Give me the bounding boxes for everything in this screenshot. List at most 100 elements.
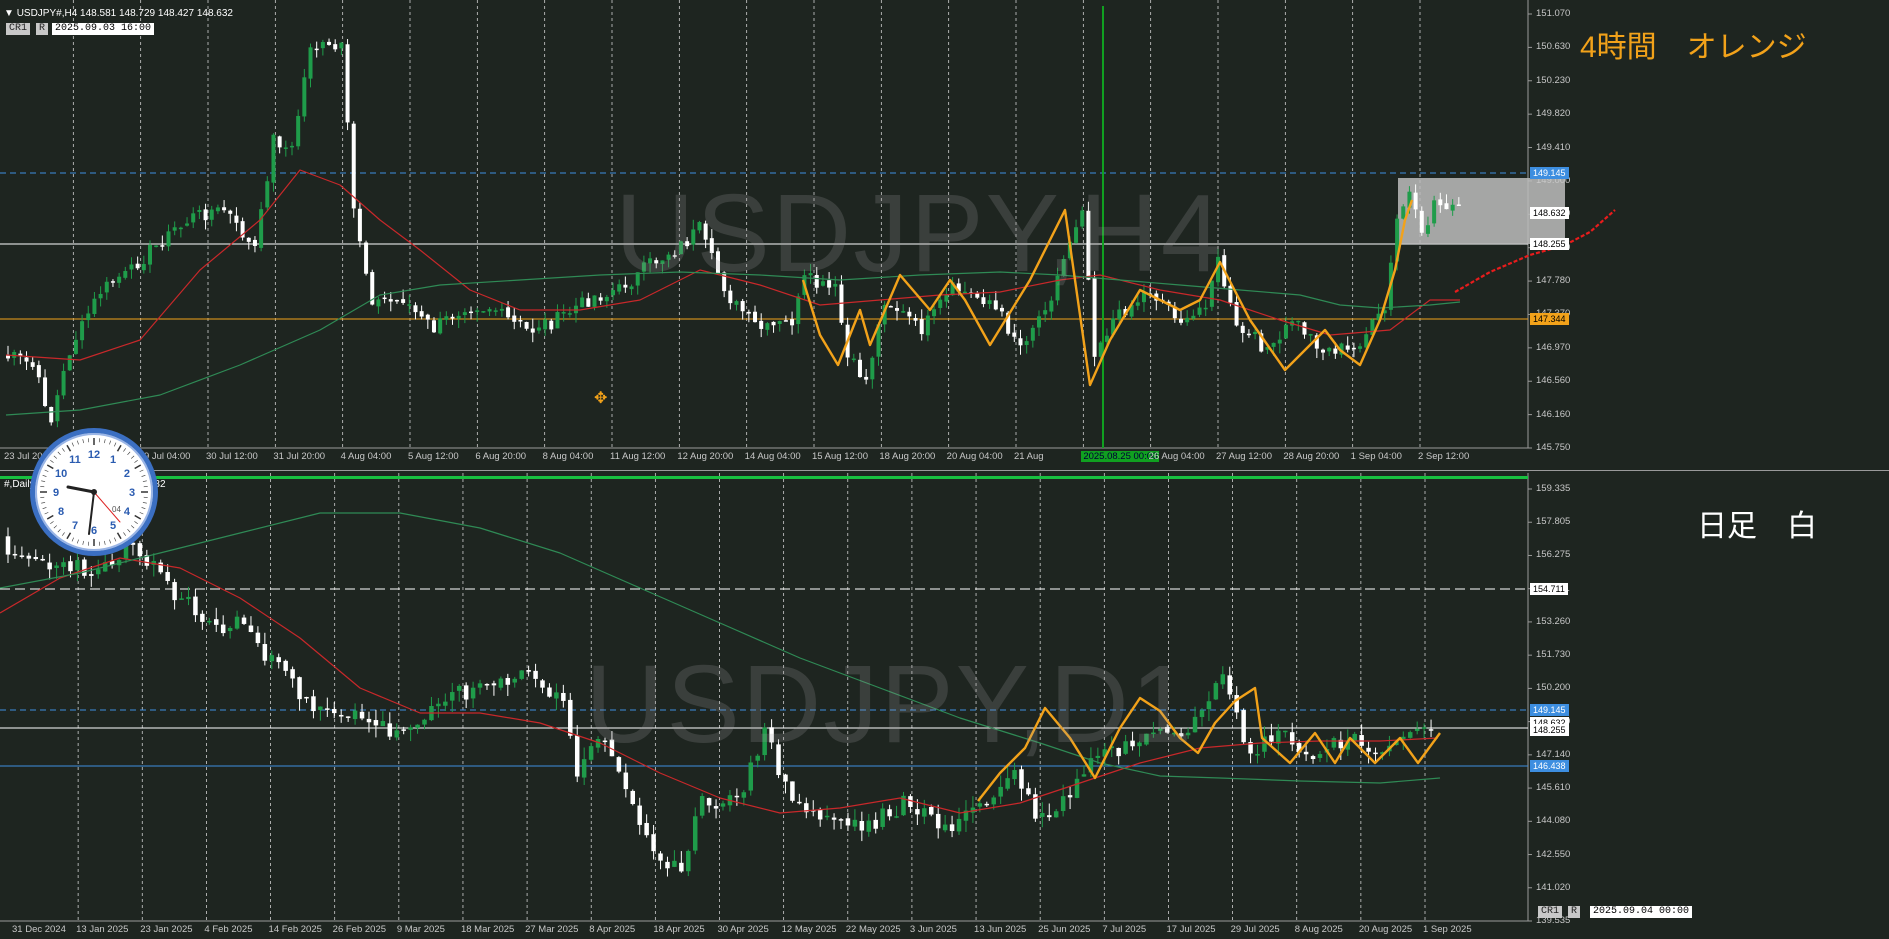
candle-body — [1345, 345, 1350, 350]
clock-face: 12 12 3 45 6 78 9 1011 04 — [40, 438, 148, 546]
candle-body — [269, 655, 275, 662]
candle-body — [68, 561, 73, 572]
time-tick-label: 27 Aug 12:00 — [1216, 451, 1272, 462]
candle-body — [104, 281, 109, 293]
candle-body — [277, 136, 282, 148]
candle-body — [870, 357, 875, 380]
price-level-tag: 146.438 — [1530, 760, 1569, 772]
candle-body — [1444, 203, 1449, 210]
candle-body — [604, 296, 609, 302]
candle-body — [413, 305, 418, 313]
candle-body — [444, 316, 449, 320]
candle-body — [977, 803, 983, 807]
candle-body — [644, 822, 649, 836]
candle-body — [512, 315, 517, 322]
d1-chart-pane[interactable]: #,Daily 148.632 USDJPY,D1 日足 白 CR1 R 202… — [0, 473, 1889, 939]
candle-body — [129, 264, 134, 270]
candle-body — [1213, 683, 1219, 700]
candle-body — [1351, 347, 1356, 350]
candle-body — [1269, 735, 1274, 742]
time-tick-label: 20 Aug 04:00 — [946, 451, 1003, 462]
candle-body — [364, 242, 369, 274]
candle-body — [5, 536, 11, 555]
candle-body — [154, 245, 159, 248]
candle-body — [271, 134, 276, 183]
candle-body — [568, 699, 573, 736]
clock-tick — [53, 525, 58, 529]
candle-body — [289, 145, 294, 148]
candle-body — [493, 310, 498, 312]
time-tick-label: 18 Apr 2025 — [653, 924, 705, 935]
candle-body — [380, 721, 386, 727]
candle-body — [1283, 324, 1288, 339]
h4-r-button[interactable]: R — [36, 23, 49, 35]
price-tick-label: 151.070 — [1536, 8, 1571, 19]
candle-body — [352, 710, 358, 720]
time-tick-label: 26 Feb 2025 — [332, 924, 387, 935]
candle-body — [1203, 307, 1208, 310]
candle-body — [838, 819, 844, 821]
candle-body — [40, 558, 45, 561]
candle-body — [533, 670, 538, 679]
candle-body — [415, 724, 420, 728]
time-tick-label: 13 Jan 2025 — [76, 924, 129, 935]
candle-body — [1067, 795, 1073, 798]
candle-body — [623, 772, 629, 790]
candle-body — [1040, 812, 1045, 817]
candle-body — [185, 223, 190, 226]
time-tick-label: 9 Mar 2025 — [396, 924, 445, 935]
candle-body — [1333, 348, 1338, 354]
clock-tick — [57, 528, 61, 533]
analog-clock-widget[interactable]: 12 1 2 3 4 5 6 7 8 9 10 11 04 — [30, 428, 158, 556]
h4-cr-button[interactable]: CR1 — [6, 23, 31, 35]
price-tick-label: 146.160 — [1536, 408, 1571, 420]
candle-body — [345, 716, 351, 718]
time-tick-label: 8 Apr 2025 — [589, 924, 636, 935]
candle-body — [1019, 769, 1024, 789]
clock-tick — [141, 475, 146, 477]
time-tick-label: 20 Aug 2025 — [1358, 924, 1413, 935]
clock-tick — [127, 528, 131, 533]
candle-body — [475, 310, 480, 312]
h4-chart-title: ▼ USDJPY#,H4 148.581 148.729 148.427 148… — [4, 8, 233, 19]
candle-body — [1047, 815, 1052, 818]
candle-body — [540, 680, 545, 688]
clock-number: 6 — [91, 525, 97, 537]
candle-body — [543, 319, 548, 330]
h4-chart-pane[interactable]: ▼ USDJPY#,H4 148.581 148.729 148.427 148… — [0, 0, 1889, 471]
time-tick-label: 3 Jun 2025 — [909, 924, 957, 935]
clock-tick — [42, 475, 47, 477]
candle-body — [1276, 730, 1281, 744]
candle-body — [262, 644, 268, 661]
candle-body — [209, 209, 214, 220]
candle-body — [339, 42, 344, 49]
h4-dropdown-icon[interactable]: ▼ — [4, 8, 14, 19]
candle-body — [1060, 796, 1066, 812]
candle-body — [922, 808, 927, 817]
candle-body — [123, 271, 128, 278]
time-tick-label: 2025.08.25 00:00 — [1081, 451, 1160, 462]
time-tick-label: 13 Jun 2025 — [974, 924, 1027, 935]
candle-body — [499, 308, 504, 311]
candle-body — [746, 311, 751, 314]
candle-body — [200, 613, 205, 622]
candle-body — [407, 304, 412, 306]
clock-tick — [77, 440, 79, 445]
candle-body — [47, 562, 52, 570]
candle-body — [172, 582, 177, 601]
clock-number: 4 — [124, 506, 131, 518]
candle-body — [314, 48, 319, 51]
time-tick-label: 5 Aug 12:00 — [408, 451, 459, 462]
candle-body — [248, 625, 254, 632]
candle-body — [759, 320, 764, 329]
candle-body — [54, 565, 59, 568]
candle-body — [1191, 315, 1196, 319]
candle-body — [1026, 788, 1031, 795]
candle-body — [913, 318, 918, 321]
candle-body — [165, 572, 170, 581]
candle-body — [706, 798, 712, 806]
price-tick-label: 149.820 — [1536, 108, 1571, 120]
price-tick-label: 142.550 — [1536, 848, 1571, 860]
candle-body — [207, 620, 212, 623]
candle-body — [864, 376, 869, 380]
